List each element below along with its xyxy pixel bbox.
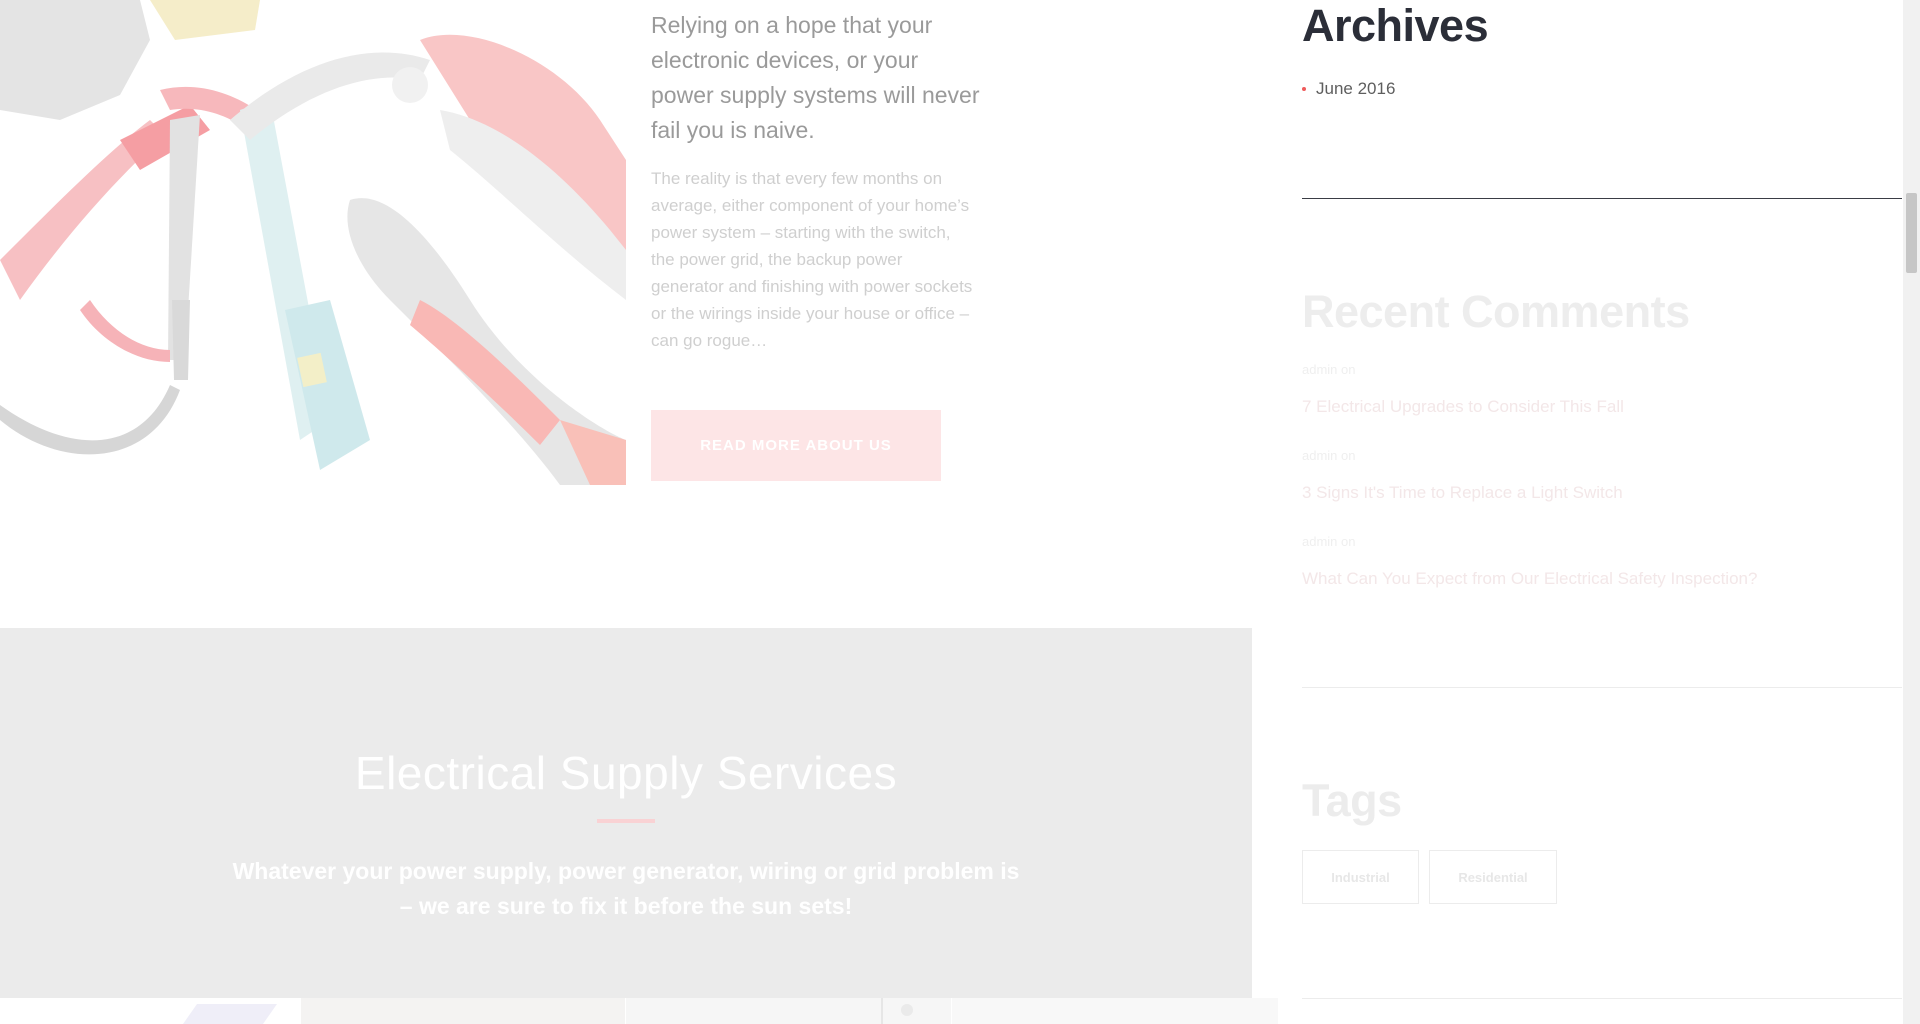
services-title-divider: [597, 819, 655, 823]
comment-connector: on: [1341, 448, 1356, 463]
comment-author[interactable]: admin: [1302, 534, 1337, 549]
widget-divider: [1302, 198, 1902, 199]
comment-author[interactable]: admin: [1302, 448, 1337, 463]
widget-divider: [1302, 998, 1902, 999]
comment-post-link[interactable]: 3 Signs It's Time to Replace a Light Swi…: [1302, 483, 1902, 503]
service-thumbnail[interactable]: [952, 998, 1278, 1024]
sidebar: Archives June 2016 Recent Comments admin…: [1302, 0, 1902, 1024]
recent-comment-item: admin on What Can You Expect from Our El…: [1302, 534, 1902, 589]
comment-connector: on: [1341, 362, 1356, 377]
recent-comment-item: admin on 7 Electrical Upgrades to Consid…: [1302, 362, 1902, 417]
thumbnail-detail: [901, 1004, 913, 1016]
comment-meta: admin on: [1302, 534, 1902, 554]
comment-author[interactable]: admin: [1302, 362, 1337, 377]
comment-post-link[interactable]: 7 Electrical Upgrades to Consider This F…: [1302, 397, 1902, 417]
tag-industrial[interactable]: Industrial: [1302, 850, 1419, 904]
recent-comments-title: Recent Comments: [1302, 286, 1690, 337]
comment-connector: on: [1341, 534, 1356, 549]
archives-link[interactable]: June 2016: [1316, 79, 1395, 99]
comment-meta: admin on: [1302, 362, 1902, 382]
thumbnail-detail: [881, 998, 883, 1024]
services-section: Electrical Supply Services Whatever your…: [0, 628, 1252, 998]
service-thumbnails-strip: [0, 998, 1278, 1024]
page-scrollbar[interactable]: [1903, 0, 1920, 1024]
service-thumbnail[interactable]: [301, 998, 625, 1024]
read-more-about-us-button[interactable]: READ MORE ABOUT US: [651, 410, 941, 481]
service-thumbnail[interactable]: [626, 998, 951, 1024]
services-subtitle: Whatever your power supply, power genera…: [232, 858, 1020, 919]
about-lead-text: Relying on a hope that your electronic d…: [651, 12, 980, 143]
electrician-tools-illustration: [0, 0, 626, 485]
archives-list: June 2016: [1302, 77, 1395, 101]
widget-divider: [1302, 687, 1902, 688]
comment-meta: admin on: [1302, 448, 1902, 468]
comment-post-link[interactable]: What Can You Expect from Our Electrical …: [1302, 569, 1902, 589]
tag-residential[interactable]: Residential: [1429, 850, 1557, 904]
scrollbar-thumb[interactable]: [1906, 193, 1917, 273]
service-thumbnail[interactable]: [0, 998, 300, 1024]
thumbnail-shape: [182, 1004, 278, 1024]
recent-comment-item: admin on 3 Signs It's Time to Replace a …: [1302, 448, 1902, 503]
about-body-text: The reality is that every few months on …: [651, 169, 973, 350]
archives-title: Archives: [1302, 0, 1489, 51]
bullet-icon: [1302, 87, 1306, 91]
tags-title: Tags: [1302, 775, 1402, 826]
services-title: Electrical Supply Services: [354, 747, 898, 799]
tools-hero-image: [0, 0, 626, 485]
archives-item: June 2016: [1302, 77, 1395, 101]
